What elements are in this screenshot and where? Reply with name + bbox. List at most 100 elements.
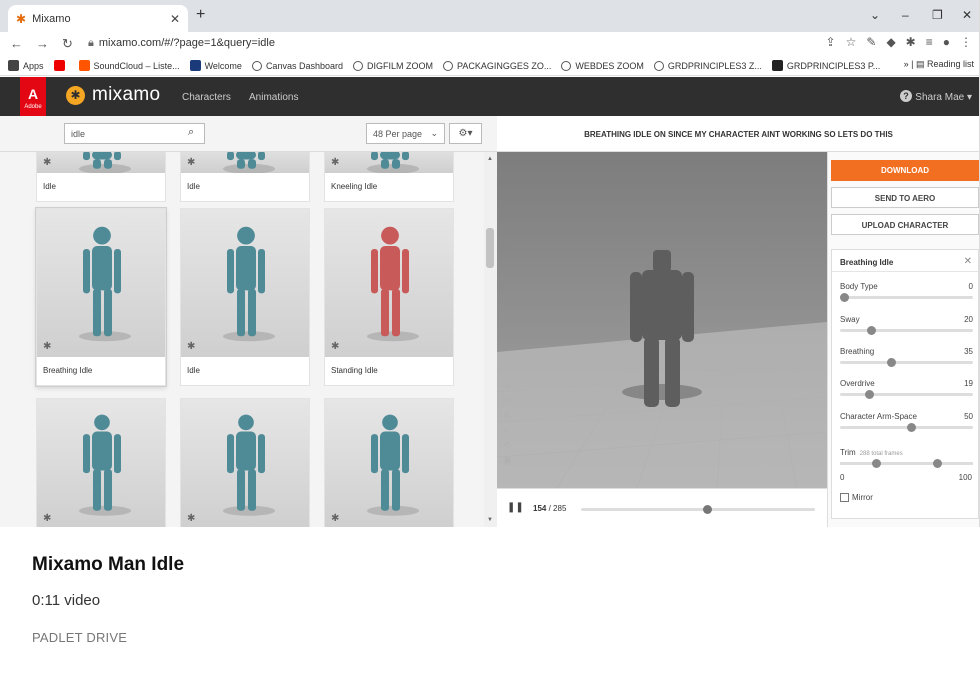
bookmark-item[interactable]: PACKAGINGGES ZO... bbox=[442, 60, 551, 71]
bookmark-item[interactable]: GRDPRINCIPLES3 Z... bbox=[653, 60, 762, 71]
scroll-thumb[interactable] bbox=[486, 228, 494, 268]
slider-knob[interactable] bbox=[865, 390, 875, 399]
nav-animations[interactable]: Animations bbox=[249, 92, 298, 103]
bookmarks-bar: Apps SoundCloud – Liste... Welcome Canvas D… bbox=[0, 56, 979, 76]
animation-thumbnail: ✱ bbox=[37, 152, 165, 173]
extension-pen-icon[interactable]: ✎ bbox=[866, 35, 876, 49]
search-icon[interactable]: ⌕ bbox=[188, 126, 194, 139]
animation-type-icon: ✱ bbox=[43, 341, 52, 352]
browser-tab[interactable]: ✱ Mixamo ✕ bbox=[8, 5, 188, 32]
animation-card-label: Kneeling Idle bbox=[331, 182, 378, 191]
reading-list-button[interactable]: » | ▤ Reading list bbox=[904, 59, 974, 70]
bookmark-label: DIGFILM ZOOM bbox=[366, 60, 433, 71]
zoom-icon[interactable]: ⌕ bbox=[503, 425, 512, 436]
timeline-knob[interactable] bbox=[703, 505, 713, 514]
trim-slider[interactable] bbox=[840, 459, 973, 468]
animation-card[interactable]: ✱ Idle bbox=[180, 152, 310, 202]
camera-icon[interactable]: ▣ bbox=[503, 455, 512, 466]
trim-start-knob[interactable] bbox=[871, 459, 881, 468]
slider-knob[interactable] bbox=[886, 358, 896, 367]
bookmark-favicon-icon bbox=[251, 60, 262, 71]
bookmark-star-icon[interactable]: ☆ bbox=[846, 35, 857, 49]
download-button[interactable]: DOWNLOAD bbox=[831, 160, 979, 181]
animation-card[interactable]: ✱ Breathing Idle bbox=[36, 208, 166, 386]
slider-track[interactable] bbox=[840, 326, 973, 335]
trim-end-knob[interactable] bbox=[933, 459, 943, 468]
window-close-icon[interactable]: ✕ bbox=[962, 8, 972, 22]
bookmark-item[interactable]: SoundCloud – Liste... bbox=[78, 60, 180, 71]
3d-viewport[interactable]: ◉ ↺ ✥ ⌕ ⟲ ▣ bbox=[497, 152, 827, 488]
timeline-slider[interactable] bbox=[581, 505, 815, 514]
slider-track[interactable] bbox=[840, 293, 973, 302]
close-icon[interactable]: ✕ bbox=[964, 256, 972, 267]
character-figure bbox=[223, 414, 275, 516]
adobe-logo[interactable]: A Adobe bbox=[20, 77, 46, 119]
pan-icon[interactable]: ✥ bbox=[503, 410, 512, 421]
extension-icon[interactable]: ◆ bbox=[886, 35, 895, 49]
animation-card[interactable]: ✱ Idle bbox=[36, 152, 166, 202]
rotate-icon[interactable]: ↺ bbox=[503, 395, 512, 406]
trim-low-value: 0 bbox=[840, 473, 845, 482]
mixamo-brand[interactable]: mixamo bbox=[92, 84, 160, 106]
frame-current: 154 bbox=[533, 504, 547, 513]
adobe-logo-text: Adobe bbox=[24, 104, 42, 110]
nav-characters[interactable]: Characters bbox=[182, 92, 231, 103]
new-tab-icon[interactable]: + bbox=[196, 6, 205, 24]
tab-close-icon[interactable]: ✕ bbox=[170, 12, 180, 26]
animation-card[interactable]: ✱ Idle bbox=[180, 208, 310, 386]
restore-icon[interactable]: ❐ bbox=[932, 8, 943, 22]
bookmark-item[interactable]: WEBDES ZOOM bbox=[561, 60, 644, 71]
parameter-name: Sway bbox=[840, 315, 860, 324]
url-text: mixamo.com/#/?page=1&query=idle bbox=[98, 37, 275, 49]
minimize-icon[interactable]: – bbox=[902, 8, 909, 22]
parameter-name: Character Arm-Space bbox=[840, 412, 917, 421]
per-page-select[interactable]: 48 Per page ⌄ bbox=[366, 123, 445, 144]
search-input[interactable]: idle bbox=[64, 123, 205, 144]
bookmark-item[interactable]: Canvas Dashboard bbox=[251, 60, 343, 71]
pause-icon[interactable]: ❚❚ bbox=[507, 502, 524, 513]
bookmark-label: Canvas Dashboard bbox=[265, 60, 343, 71]
library-scrollbar[interactable]: ▲ ▼ bbox=[484, 152, 497, 527]
bookmark-item[interactable]: Welcome bbox=[189, 60, 242, 71]
slider-knob[interactable] bbox=[906, 423, 916, 432]
browser-tab-strip: ✱ Mixamo ✕ + ⌄ – ❐ ✕ bbox=[0, 0, 979, 32]
send-to-aero-button[interactable]: SEND TO AERO bbox=[831, 187, 979, 208]
animation-card[interactable]: ✱ bbox=[324, 398, 454, 527]
forward-icon[interactable]: → bbox=[36, 36, 49, 51]
animation-card[interactable]: ✱ Standing Idle bbox=[324, 208, 454, 386]
reset-view-icon[interactable]: ⟲ bbox=[503, 440, 512, 451]
slider-knob[interactable] bbox=[840, 293, 849, 302]
animation-card[interactable]: ✱ Kneeling Idle bbox=[324, 152, 454, 202]
scroll-down-icon[interactable]: ▼ bbox=[487, 517, 493, 523]
media-queue-icon[interactable]: ≡ bbox=[926, 35, 933, 49]
parameter-slider: Overdrive 19 bbox=[840, 379, 973, 407]
reload-icon[interactable]: ↻ bbox=[62, 36, 73, 52]
user-menu[interactable]: Shara Mae ▾ bbox=[915, 92, 972, 103]
slider-track[interactable] bbox=[840, 390, 973, 399]
bookmark-item[interactable]: GRDPRINCIPLES3 P... bbox=[771, 60, 880, 71]
scroll-up-icon[interactable]: ▲ bbox=[487, 156, 493, 162]
bookmark-item[interactable]: Apps bbox=[8, 60, 44, 71]
settings-dropdown[interactable]: ⚙▾ bbox=[449, 123, 482, 144]
slider-knob[interactable] bbox=[866, 326, 876, 335]
extension-puzzle-icon[interactable]: ✱ bbox=[906, 35, 916, 49]
mirror-checkbox[interactable]: Mirror bbox=[840, 493, 873, 502]
back-icon[interactable]: ← bbox=[10, 36, 23, 51]
share-icon[interactable]: ⇪ bbox=[826, 35, 836, 49]
mixamo-logo-icon[interactable]: ✱ bbox=[66, 86, 85, 105]
parameter-name: Overdrive bbox=[840, 379, 875, 388]
screenshot-frame: ✱ Mixamo ✕ + ⌄ – ❐ ✕ ← → ↻ 🔒︎ mixamo.com/… bbox=[0, 0, 980, 527]
animation-card[interactable]: ✱ bbox=[36, 398, 166, 527]
slider-track[interactable] bbox=[840, 358, 973, 367]
profile-avatar-icon[interactable]: ● bbox=[943, 35, 950, 49]
upload-character-button[interactable]: UPLOAD CHARACTER bbox=[831, 214, 979, 235]
bookmark-item[interactable] bbox=[53, 60, 69, 71]
bookmark-item[interactable]: DIGFILM ZOOM bbox=[352, 60, 433, 71]
url-field[interactable]: 🔒︎ mixamo.com/#/?page=1&query=idle bbox=[88, 37, 275, 50]
character-view-icon[interactable]: ◉ bbox=[503, 380, 512, 391]
menu-dots-icon[interactable]: ⋮ bbox=[960, 35, 972, 49]
slider-track[interactable] bbox=[840, 423, 973, 432]
help-icon[interactable]: ? bbox=[900, 90, 912, 102]
tab-search-icon[interactable]: ⌄ bbox=[870, 8, 880, 22]
animation-card[interactable]: ✱ bbox=[180, 398, 310, 527]
